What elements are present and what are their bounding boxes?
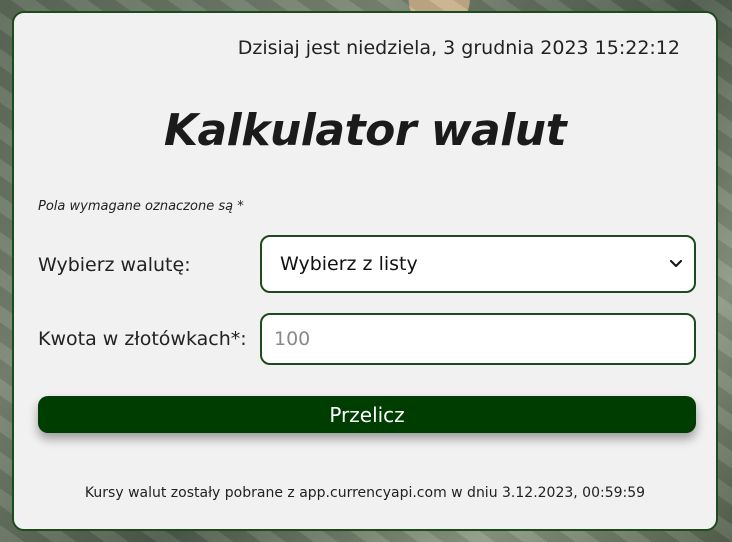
currency-label: Wybierz walutę:: [38, 254, 191, 276]
currency-select[interactable]: Wybierz z listy: [260, 235, 696, 293]
calculator-card: Dzisiaj jest niedziela, 3 grudnia 2023 1…: [12, 11, 718, 531]
amount-input[interactable]: [260, 313, 696, 365]
rates-source-note: Kursy walut zostały pobrane z app.curren…: [84, 485, 646, 501]
convert-button[interactable]: Przelicz: [38, 396, 696, 433]
required-fields-note: Pola wymagane oznaczone są *: [38, 199, 244, 214]
current-datetime: Dzisiaj jest niedziela, 3 grudnia 2023 1…: [237, 37, 680, 59]
amount-label: Kwota w złotówkach*:: [38, 328, 247, 350]
currency-select-value: Wybierz z listy: [280, 253, 418, 275]
chevron-down-icon: [670, 258, 682, 270]
page-title: Kalkulator walut: [163, 105, 567, 156]
